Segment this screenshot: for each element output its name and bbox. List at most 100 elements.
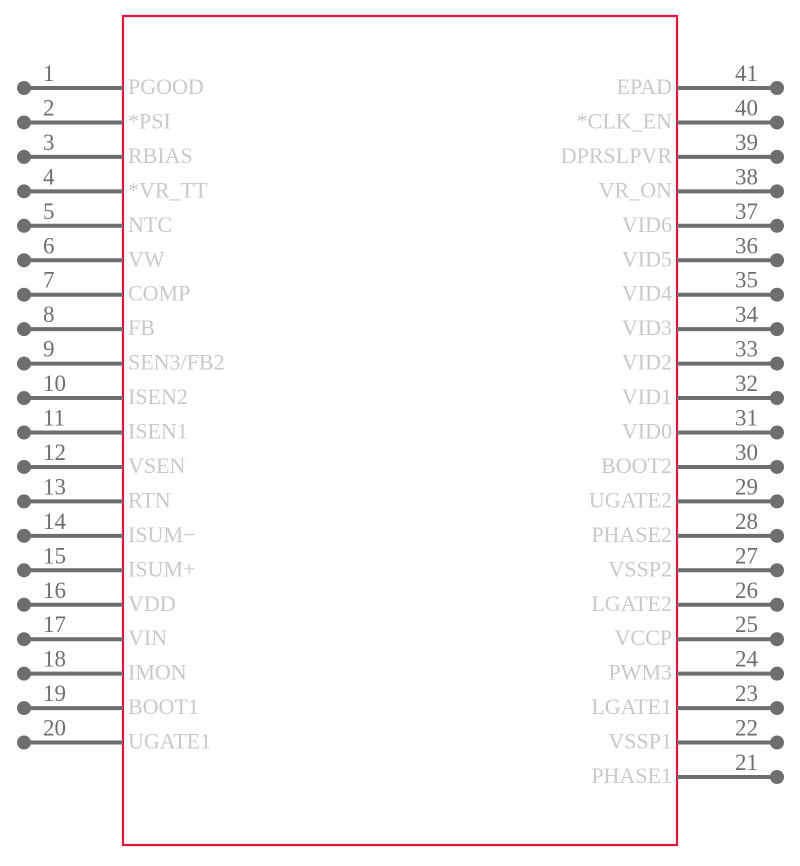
pin-number: 10 xyxy=(43,371,66,396)
pin-number: 34 xyxy=(735,302,759,327)
pin-connection-dot[interactable] xyxy=(17,322,31,337)
pin-label: PHASE2 xyxy=(591,522,672,547)
pin-label: LGATE1 xyxy=(591,694,672,719)
pin-connection-dot[interactable] xyxy=(17,391,31,406)
pin-label: RBIAS xyxy=(128,143,193,168)
pin-label: RTN xyxy=(128,487,171,512)
pin-connection-dot[interactable] xyxy=(17,287,31,302)
pin-connection-dot[interactable] xyxy=(17,149,31,164)
pin-connection-dot[interactable] xyxy=(770,253,784,268)
pin-connection-dot[interactable] xyxy=(17,115,31,130)
pin-connection-dot[interactable] xyxy=(770,115,784,130)
pin-connection-dot[interactable] xyxy=(770,218,784,233)
pin-connection-dot[interactable] xyxy=(770,391,784,406)
pin-label: COMP xyxy=(128,281,190,306)
pin-number: 22 xyxy=(735,716,758,741)
pin-label: VID5 xyxy=(622,246,672,271)
pin-connection-dot[interactable] xyxy=(770,701,784,716)
pin-label: SEN3/FB2 xyxy=(128,350,225,375)
pin-connection-dot[interactable] xyxy=(770,425,784,440)
pin-connection-dot[interactable] xyxy=(770,81,784,95)
pin-number: 7 xyxy=(43,268,55,293)
pin-connection-dot[interactable] xyxy=(17,563,31,578)
pin-connection-dot[interactable] xyxy=(770,632,784,647)
pin-number: 28 xyxy=(735,509,758,534)
pin-label: PGOOD xyxy=(128,74,204,99)
pin-label: BOOT2 xyxy=(601,453,672,478)
pin-connection-dot[interactable] xyxy=(770,770,784,784)
pin-connection-dot[interactable] xyxy=(770,735,784,750)
pin-connection-dot[interactable] xyxy=(17,184,31,199)
pin-label: UGATE1 xyxy=(128,729,211,754)
pin-number: 31 xyxy=(735,406,758,431)
pin-label: VID2 xyxy=(622,350,672,375)
pin-number: 19 xyxy=(43,681,66,706)
pin-label: VDD xyxy=(128,591,176,616)
pin-connection-dot[interactable] xyxy=(17,459,31,474)
pin-connection-dot[interactable] xyxy=(17,701,31,716)
pin-label: VID4 xyxy=(622,281,672,306)
pin-number: 32 xyxy=(735,371,758,396)
pin-label: VID6 xyxy=(622,212,672,237)
pin-number: 1 xyxy=(43,61,55,86)
pin-connection-dot[interactable] xyxy=(770,184,784,199)
pin-connection-dot[interactable] xyxy=(770,528,784,543)
pin-label: IMON xyxy=(128,660,187,685)
pin-connection-dot[interactable] xyxy=(17,597,31,612)
pin-label: BOOT1 xyxy=(128,694,199,719)
pin-label: DPRSLPVR xyxy=(561,143,673,168)
pin-number: 5 xyxy=(43,199,55,224)
pin-label: *VR_TT xyxy=(128,177,208,202)
pin-number: 15 xyxy=(43,543,66,568)
pin-label: VID3 xyxy=(622,315,672,340)
pin-connection-dot[interactable] xyxy=(770,563,784,578)
pin-number: 30 xyxy=(735,440,758,465)
pin-connection-dot[interactable] xyxy=(770,597,784,612)
pin-connection-dot[interactable] xyxy=(770,666,784,681)
pin-connection-dot[interactable] xyxy=(17,356,31,371)
pin-label: EPAD xyxy=(617,74,672,99)
pin-label: ISEN1 xyxy=(128,419,188,444)
pin-number: 38 xyxy=(735,164,758,189)
pin-label: VSSP1 xyxy=(608,729,672,754)
pin-connection-dot[interactable] xyxy=(17,81,31,95)
pin-connection-dot[interactable] xyxy=(17,218,31,233)
pin-number: 11 xyxy=(43,406,65,431)
pin-connection-dot[interactable] xyxy=(17,735,31,750)
pin-connection-dot[interactable] xyxy=(770,494,784,509)
pin-label: PHASE1 xyxy=(591,763,672,788)
pin-label: NTC xyxy=(128,212,172,237)
pin-connection-dot[interactable] xyxy=(17,253,31,268)
pin-label: ISEN2 xyxy=(128,384,188,409)
pin-connection-dot[interactable] xyxy=(17,666,31,681)
pin-number: 41 xyxy=(735,61,758,86)
pin-connection-dot[interactable] xyxy=(770,149,784,164)
pin-label: VW xyxy=(128,246,165,271)
pin-label: VID1 xyxy=(622,384,672,409)
pin-label: VSSP2 xyxy=(608,556,672,581)
pin-number: 2 xyxy=(43,95,55,120)
pin-number: 25 xyxy=(735,612,758,637)
pin-number: 29 xyxy=(735,474,758,499)
pin-label: FB xyxy=(128,315,155,340)
pin-connection-dot[interactable] xyxy=(17,528,31,543)
pin-connection-dot[interactable] xyxy=(770,322,784,337)
pin-connection-dot[interactable] xyxy=(770,287,784,302)
pin-connection-dot[interactable] xyxy=(17,494,31,509)
schematic-symbol: 1 PGOOD 2 *PSI 3 RBIAS 4 *VR_TT 5 NTC 6 VW 7 COMP 8 FB 9… xyxy=(17,14,784,847)
pin-connection-dot[interactable] xyxy=(17,425,31,440)
pin-number: 27 xyxy=(735,543,758,568)
pin-label: ISUM+ xyxy=(128,556,195,581)
pin-number: 18 xyxy=(43,647,66,672)
pin-number: 14 xyxy=(43,509,67,534)
pin-number: 16 xyxy=(43,578,66,603)
pin-connection-dot[interactable] xyxy=(770,459,784,474)
pin-number: 20 xyxy=(43,716,66,741)
pin-connection-dot[interactable] xyxy=(17,632,31,647)
pin-number: 21 xyxy=(735,750,758,775)
schematic-symbol-canvas: 1 PGOOD 2 *PSI 3 RBIAS 4 *VR_TT 5 NTC 6 VW 7 COMP 8 FB 9… xyxy=(0,0,800,866)
pin-label: VSEN xyxy=(128,453,186,478)
component-body-outline xyxy=(121,14,679,847)
pin-connection-dot[interactable] xyxy=(770,356,784,371)
pin-label: VCCP xyxy=(615,625,672,650)
